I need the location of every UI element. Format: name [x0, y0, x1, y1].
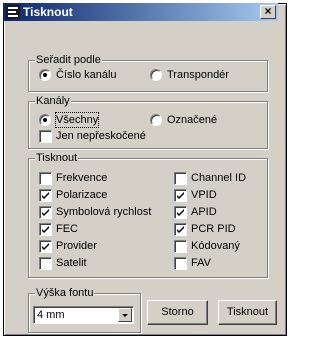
checkbox-label: APID — [191, 206, 217, 218]
checkbox-label: Polarizace — [56, 189, 108, 201]
title-bar: Tisknout × — [3, 3, 278, 21]
checkbox-label: PCR PID — [191, 223, 236, 235]
checkbox-checked-icon — [39, 206, 52, 219]
sort-by-channel-number-radio[interactable]: Číslo kanálu — [39, 68, 139, 82]
radio-selected-icon — [39, 69, 51, 81]
radio-selected-icon — [39, 114, 51, 126]
field-vpid-checkbox[interactable]: VPID — [174, 188, 262, 202]
radio-label: Transpondér — [167, 69, 229, 81]
channels-group-legend: Kanály — [35, 95, 71, 108]
print-button[interactable]: Tisknout — [218, 300, 277, 325]
channels-marked-radio[interactable]: Označené — [150, 113, 250, 127]
field-pcr-pid-checkbox[interactable]: PCR PID — [174, 222, 262, 236]
checkbox-label: VPID — [191, 189, 217, 201]
field-satellite-checkbox[interactable]: Satelit — [39, 256, 159, 270]
checkbox-label: FEC — [56, 223, 78, 235]
field-apid-checkbox[interactable]: APID — [174, 205, 262, 219]
print-fields-group-legend: Tisknout — [35, 152, 79, 165]
checkbox-unchecked-icon — [174, 257, 187, 270]
print-button-label: Tisknout — [226, 306, 269, 318]
checkbox-checked-icon — [174, 223, 187, 236]
checkbox-checked-icon — [39, 240, 52, 253]
checkbox-checked-icon — [39, 189, 52, 202]
checkbox-unchecked-icon — [39, 130, 52, 143]
font-size-value: 4 mm — [37, 309, 65, 321]
field-scrambled-checkbox[interactable]: Kódovaný — [174, 239, 262, 253]
sort-group-legend: Seřadit podle — [35, 54, 102, 67]
skip-unskipped-checkbox[interactable]: Jen nepřeskočené — [39, 129, 169, 143]
radio-label: Číslo kanálu — [56, 69, 117, 81]
cancel-button-label: Storno — [161, 306, 194, 318]
window-title: Tisknout — [23, 5, 73, 19]
chevron-down-icon[interactable] — [118, 308, 132, 322]
checkbox-unchecked-icon — [39, 172, 52, 185]
radio-label: Všechny — [54, 112, 100, 128]
channels-all-radio[interactable]: Všechny — [39, 112, 119, 128]
checkbox-label: Channel ID — [191, 172, 247, 184]
cancel-button[interactable]: Storno — [147, 300, 208, 325]
checkbox-unchecked-icon — [39, 257, 52, 270]
font-size-select[interactable]: 4 mm — [33, 306, 134, 324]
checkbox-label: Satelit — [56, 257, 87, 269]
radio-unselected-icon — [150, 69, 162, 81]
field-symbol-rate-checkbox[interactable]: Symbolová rychlost — [39, 205, 159, 219]
checkbox-unchecked-icon — [174, 172, 187, 185]
field-fav-checkbox[interactable]: FAV — [174, 256, 262, 270]
checkbox-label: FAV — [191, 257, 211, 269]
checkbox-unchecked-icon — [174, 240, 187, 253]
checkbox-label: Provider — [56, 240, 97, 252]
field-fec-checkbox[interactable]: FEC — [39, 222, 159, 236]
close-icon: × — [264, 4, 272, 18]
field-channel-id-checkbox[interactable]: Channel ID — [174, 171, 262, 185]
font-size-group-legend: Výška fontu — [35, 287, 95, 300]
radio-label: Označené — [167, 114, 218, 126]
field-provider-checkbox[interactable]: Provider — [39, 239, 159, 253]
checkbox-checked-icon — [39, 223, 52, 236]
checkbox-checked-icon — [174, 189, 187, 202]
sort-by-transponder-radio[interactable]: Transpondér — [150, 68, 255, 82]
checkbox-label: Kódovaný — [191, 240, 240, 252]
checkbox-label: Symbolová rychlost — [56, 206, 152, 218]
close-button[interactable]: × — [260, 5, 276, 19]
checkbox-label: Jen nepřeskočené — [56, 130, 146, 142]
checkbox-checked-icon — [174, 206, 187, 219]
field-frequency-checkbox[interactable]: Frekvence — [39, 171, 159, 185]
field-polarization-checkbox[interactable]: Polarizace — [39, 188, 159, 202]
checkbox-label: Frekvence — [56, 172, 108, 184]
app-icon — [5, 4, 21, 20]
radio-unselected-icon — [150, 114, 162, 126]
